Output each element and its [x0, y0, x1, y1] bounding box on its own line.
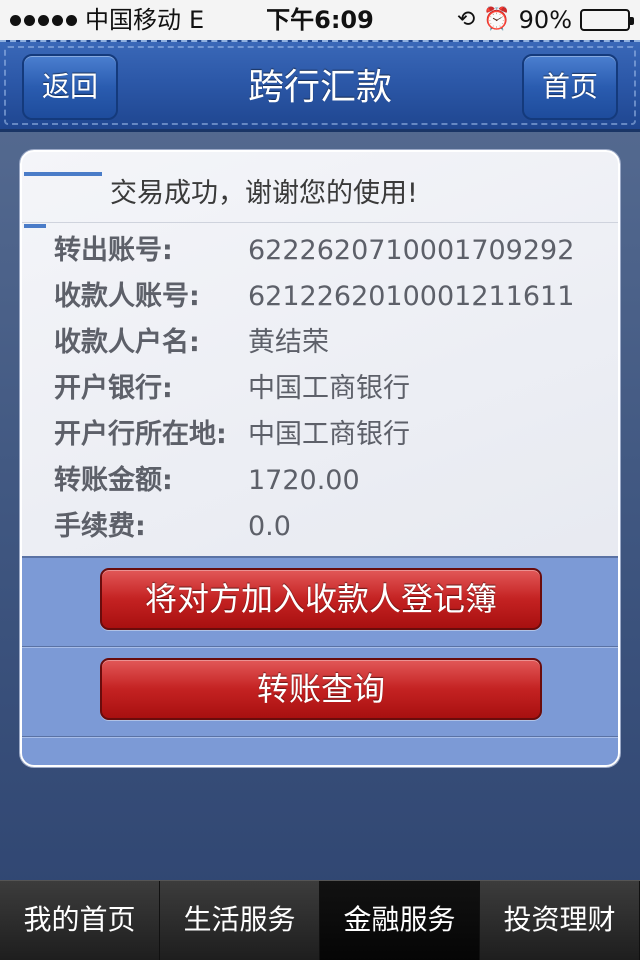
- field-row-bank: 开户银行: 中国工商银行: [54, 366, 614, 412]
- battery-percent: 90%: [518, 6, 572, 34]
- field-value: 黄结荣: [248, 327, 329, 358]
- rotation-lock-icon: ⟲: [456, 7, 476, 32]
- field-label: 转账金额:: [54, 465, 173, 496]
- section-accent-bar: [24, 224, 46, 228]
- success-message: 交易成功，谢谢您的使用!: [110, 178, 418, 209]
- transfer-query-button[interactable]: 转账查询: [100, 658, 542, 720]
- status-left: 中国移动 E: [10, 0, 204, 40]
- back-button[interactable]: 返回: [22, 54, 118, 120]
- field-row-bank-location: 开户行所在地: 中国工商银行: [54, 412, 614, 458]
- field-row-amount: 转账金额: 1720.00: [54, 458, 614, 504]
- tab-life-services[interactable]: 生活服务: [160, 881, 320, 960]
- field-label: 手续费:: [54, 511, 146, 542]
- navigation-bar: 跨行汇款 返回 首页: [0, 40, 640, 132]
- battery-icon: [580, 9, 634, 31]
- heading-accent-bar: [24, 172, 102, 176]
- tab-my-home[interactable]: 我的首页: [0, 881, 160, 960]
- status-bar: 中国移动 E 下午6:09 ⟲ ⏰ 90%: [0, 0, 640, 40]
- field-value: 中国工商银行: [248, 419, 410, 450]
- tab-financial-services[interactable]: 金融服务: [320, 881, 480, 960]
- add-to-payee-book-button[interactable]: 将对方加入收款人登记簿: [100, 568, 542, 630]
- field-label: 转出账号:: [54, 235, 173, 266]
- field-row-source-account: 转出账号: 6222620710001709292: [54, 228, 614, 274]
- field-value: 中国工商银行: [248, 373, 410, 404]
- divider: [22, 222, 618, 223]
- transaction-result-card: 交易成功，谢谢您的使用! 转出账号: 6222620710001709292 收…: [20, 150, 620, 767]
- field-value: 6212262010001211611: [248, 281, 575, 312]
- network-type: E: [189, 6, 205, 34]
- field-row-fee: 手续费: 0.0: [54, 504, 614, 550]
- field-row-payee-account: 收款人账号: 6212262010001211611: [54, 274, 614, 320]
- action-separator: [22, 736, 618, 738]
- field-label: 开户行所在地:: [54, 419, 227, 450]
- signal-dots-icon: [10, 14, 77, 26]
- field-value: 1720.00: [248, 465, 360, 496]
- alarm-icon: ⏰: [483, 7, 511, 32]
- field-label: 收款人账号:: [54, 281, 200, 312]
- home-button[interactable]: 首页: [522, 54, 618, 120]
- field-label: 收款人户名:: [54, 327, 200, 358]
- field-label: 开户银行:: [54, 373, 173, 404]
- field-value: 0.0: [248, 511, 291, 542]
- action-separator: [22, 646, 618, 648]
- carrier-label: 中国移动: [85, 6, 181, 34]
- field-row-payee-name: 收款人户名: 黄结荣: [54, 320, 614, 366]
- field-value: 6222620710001709292: [248, 235, 575, 266]
- action-area: 将对方加入收款人登记簿 转账查询: [22, 556, 618, 765]
- tab-investment[interactable]: 投资理财: [480, 881, 640, 960]
- tab-bar: 我的首页 生活服务 金融服务 投资理财: [0, 880, 640, 960]
- status-right: ⟲ ⏰ 90%: [456, 0, 634, 40]
